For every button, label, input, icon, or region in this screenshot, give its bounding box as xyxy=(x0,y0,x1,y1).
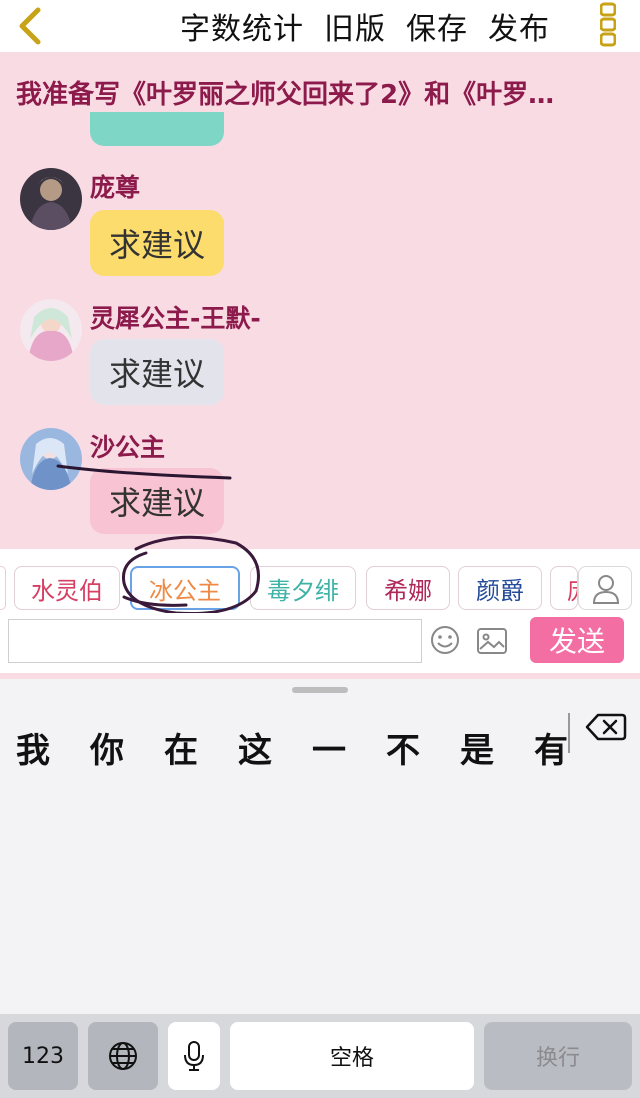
person-icon xyxy=(592,575,620,604)
partial-message-bubble xyxy=(90,112,224,146)
numbers-key[interactable]: 123 xyxy=(8,1022,78,1090)
message-bubble[interactable]: 求建议 xyxy=(90,468,224,534)
more-vertical-icon xyxy=(599,2,617,47)
save-button[interactable]: 保存 xyxy=(406,4,468,48)
role-manage-button[interactable] xyxy=(578,566,632,610)
old-version-button[interactable]: 旧版 xyxy=(324,4,386,48)
candidate-bar: 我 你 在 这 一 不 是 有 xyxy=(0,699,640,771)
microphone-key[interactable] xyxy=(168,1022,220,1090)
keyboard-bottom-row: 123 空格 换行 xyxy=(0,1014,640,1098)
avatar[interactable] xyxy=(20,168,82,230)
candidate-word[interactable]: 有 xyxy=(534,723,568,772)
avatar[interactable] xyxy=(20,299,82,361)
publish-button[interactable]: 发布 xyxy=(488,4,550,48)
role-chip-partial[interactable] xyxy=(0,566,6,610)
candidate-word[interactable]: 不 xyxy=(386,723,420,772)
message-bubble[interactable]: 求建议 xyxy=(90,339,224,405)
backspace-button[interactable] xyxy=(584,707,628,747)
role-chip[interactable]: 水灵伯 xyxy=(14,566,120,610)
image-icon xyxy=(477,628,507,654)
emoji-button[interactable] xyxy=(430,625,460,655)
role-chip[interactable]: 希娜 xyxy=(366,566,450,610)
role-chip[interactable]: 毒夕绯 xyxy=(250,566,356,610)
avatar[interactable] xyxy=(20,428,82,490)
top-bar: 字数统计 旧版 保存 发布 xyxy=(0,0,640,52)
sender-name: 沙公主 xyxy=(90,433,166,462)
send-button[interactable]: 发送 xyxy=(530,617,624,663)
candidate-word[interactable]: 是 xyxy=(460,723,494,772)
sender-name: 灵犀公主-王默- xyxy=(90,304,261,333)
message-input[interactable] xyxy=(8,619,422,663)
smiley-icon xyxy=(431,626,459,654)
globe-icon xyxy=(109,1042,137,1070)
microphone-icon xyxy=(184,1041,204,1071)
image-button[interactable] xyxy=(476,627,508,655)
role-chip[interactable]: 颜爵 xyxy=(458,566,542,610)
return-key[interactable]: 换行 xyxy=(484,1022,632,1090)
message-bubble[interactable]: 求建议 xyxy=(90,210,224,276)
top-actions: 字数统计 旧版 保存 发布 xyxy=(180,0,550,52)
chat-title: 我准备写《叶罗丽之师父回来了2》和《叶罗… xyxy=(16,80,555,110)
chevron-left-icon xyxy=(19,7,41,45)
role-chip[interactable]: 庞 xyxy=(550,566,578,610)
input-row: 发送 xyxy=(0,613,640,673)
backspace-icon xyxy=(585,713,627,741)
sender-name: 庞尊 xyxy=(90,173,141,202)
candidate-word[interactable]: 我 xyxy=(16,723,50,772)
candidate-word[interactable]: 在 xyxy=(164,723,198,772)
word-count-button[interactable]: 字数统计 xyxy=(180,4,304,48)
keyboard-handle[interactable] xyxy=(292,687,348,693)
candidate-cursor xyxy=(568,713,570,753)
role-chip-selected[interactable]: 冰公主 xyxy=(130,566,240,610)
space-key[interactable]: 空格 xyxy=(230,1022,474,1090)
chat-area[interactable]: 我准备写《叶罗丽之师父回来了2》和《叶罗… 庞尊 求建议 灵犀公主-王默- 求建… xyxy=(0,52,640,549)
more-button[interactable] xyxy=(599,2,617,48)
candidate-word[interactable]: 这 xyxy=(238,723,272,772)
back-button[interactable] xyxy=(12,4,48,48)
candidate-word[interactable]: 你 xyxy=(90,723,124,772)
role-selector: 水灵伯 冰公主 毒夕绯 希娜 颜爵 庞 xyxy=(0,535,640,615)
globe-key[interactable] xyxy=(88,1022,158,1090)
candidate-word[interactable]: 一 xyxy=(312,723,346,772)
